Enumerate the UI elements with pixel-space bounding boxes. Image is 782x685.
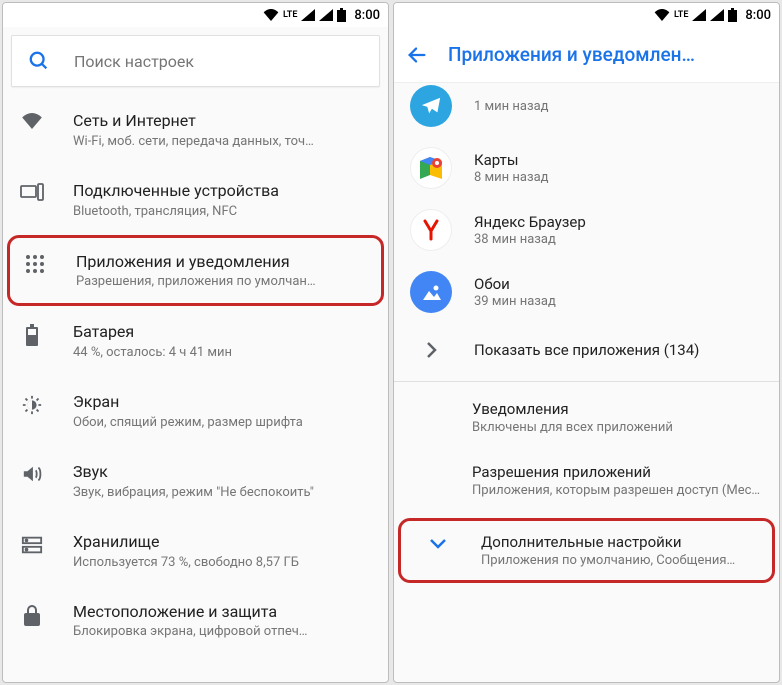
row-subtitle: Обои, спящий режим, размер шрифта — [73, 415, 372, 430]
status-bar: LTE 8:00 — [394, 3, 779, 27]
battery-icon — [19, 322, 45, 346]
app-name: Яндекс Браузер — [474, 213, 586, 231]
search-icon — [28, 50, 50, 72]
show-all-label: Показать все приложения (134) — [474, 341, 699, 359]
app-subtitle: 8 мин назад — [474, 170, 548, 185]
row-title: Дополнительные настройки — [481, 533, 735, 551]
app-row-wallpapers[interactable]: Обои 39 мин назад — [394, 261, 779, 323]
row-subtitle: Звук, вибрация, режим "Не беспокоить" — [73, 485, 372, 500]
row-apps-notifications[interactable]: Приложения и уведомления Разрешения, при… — [10, 238, 381, 304]
signal-icon — [692, 9, 706, 21]
app-row-yandex-browser[interactable]: Яндекс Браузер 38 мин назад — [394, 199, 779, 261]
row-title: Местоположение и защита — [73, 602, 372, 623]
clock: 8:00 — [745, 8, 771, 23]
row-title: Разрешения приложений — [472, 463, 763, 481]
search-settings[interactable]: Поиск настроек — [11, 35, 380, 87]
row-subtitle: 44 %, осталось: 4 ч 41 мин — [73, 345, 372, 360]
status-bar: LTE 8:00 — [3, 3, 388, 27]
row-location-security[interactable]: Местоположение и защита Блокировка экран… — [3, 586, 388, 656]
row-title: Звук — [73, 462, 372, 483]
app-subtitle: 38 мин назад — [474, 232, 586, 247]
row-title: Экран — [73, 392, 372, 413]
lte-indicator: LTE — [283, 11, 297, 20]
row-title: Сеть и Интернет — [73, 111, 372, 132]
row-subtitle: Разрешения, приложения по умолчан… — [76, 274, 369, 289]
row-subtitle: Блокировка экрана, цифровой отпеч… — [73, 624, 372, 639]
chevron-right-icon — [410, 341, 452, 359]
row-battery[interactable]: Батарея 44 %, осталось: 4 ч 41 мин — [3, 306, 388, 376]
back-button[interactable] — [406, 44, 428, 66]
row-title: Подключенные устройства — [73, 181, 372, 202]
app-name: Карты — [474, 151, 548, 169]
appbar: Приложения и уведомлен… — [394, 27, 779, 83]
row-sound[interactable]: Звук Звук, вибрация, режим "Не беспокоит… — [3, 446, 388, 516]
row-advanced-settings[interactable]: Дополнительные настройки Приложения по у… — [401, 521, 772, 580]
wallpapers-icon — [410, 271, 452, 313]
apps-list: 1 мин назад Карты 8 мин назад Яндекс Бра… — [394, 83, 779, 682]
app-subtitle: 1 мин назад — [474, 99, 548, 114]
lock-icon — [19, 602, 45, 626]
wifi-icon — [19, 111, 45, 129]
settings-list: Сеть и Интернет Wi-Fi, моб. сети, переда… — [3, 95, 388, 682]
highlight-apps-notifications: Приложения и уведомления Разрешения, при… — [7, 235, 384, 307]
settings-screen: LTE 8:00 Поиск настроек Сеть и Интернет … — [2, 2, 389, 683]
row-storage[interactable]: Хранилище Используется 73 %, свободно 8,… — [3, 516, 388, 586]
row-title: Уведомления — [472, 400, 763, 418]
telegram-icon — [410, 85, 452, 127]
row-title: Хранилище — [73, 532, 372, 553]
apps-notifications-screen: LTE 8:00 Приложения и уведомлен… 1 мин н… — [393, 2, 780, 683]
highlight-advanced-settings: Дополнительные настройки Приложения по у… — [398, 518, 775, 583]
row-subtitle: Приложения по умолчанию, Сообщения… — [481, 553, 735, 568]
app-row-telegram[interactable]: 1 мин назад — [394, 83, 779, 137]
battery-icon — [728, 8, 737, 22]
row-network[interactable]: Сеть и Интернет Wi-Fi, моб. сети, переда… — [3, 95, 388, 165]
volume-icon — [19, 462, 45, 484]
row-title: Приложения и уведомления — [76, 252, 369, 273]
devices-icon — [19, 181, 45, 201]
signal-icon — [301, 9, 315, 21]
show-all-apps[interactable]: Показать все приложения (134) — [394, 323, 779, 377]
app-name: Обои — [474, 275, 556, 293]
search-placeholder: Поиск настроек — [74, 52, 194, 71]
row-subtitle: Bluetooth, трансляция, NFC — [73, 204, 372, 219]
clock: 8:00 — [354, 8, 380, 23]
app-subtitle: 39 мин назад — [474, 294, 556, 309]
wifi-icon — [654, 9, 670, 21]
row-subtitle: Wi-Fi, моб. сети, передача данных, точ… — [73, 134, 372, 149]
appbar-title: Приложения и уведомлен… — [448, 43, 695, 66]
lte-indicator: LTE — [674, 11, 688, 20]
row-display[interactable]: Экран Обои, спящий режим, размер шрифта — [3, 376, 388, 446]
row-subtitle: Используется 73 %, свободно 8,57 ГБ — [73, 555, 372, 570]
row-connected-devices[interactable]: Подключенные устройства Bluetooth, транс… — [3, 165, 388, 235]
yandex-browser-icon — [410, 209, 452, 251]
brightness-icon — [19, 392, 45, 416]
row-subtitle: Приложения, которым разрешен доступ (Мес… — [472, 483, 763, 498]
storage-icon — [19, 532, 45, 556]
row-notifications[interactable]: Уведомления Включены для всех приложений — [394, 386, 779, 449]
row-app-permissions[interactable]: Разрешения приложений Приложения, которы… — [394, 449, 779, 512]
divider — [394, 381, 779, 382]
chevron-down-icon — [417, 533, 459, 549]
row-title: Батарея — [73, 322, 372, 343]
battery-icon — [337, 8, 346, 22]
signal-icon-2 — [319, 9, 333, 21]
row-subtitle: Включены для всех приложений — [472, 420, 763, 435]
app-row-maps[interactable]: Карты 8 мин назад — [394, 137, 779, 199]
wifi-icon — [263, 9, 279, 21]
maps-icon — [410, 147, 452, 189]
signal-icon-2 — [710, 9, 724, 21]
apps-grid-icon — [22, 252, 48, 274]
